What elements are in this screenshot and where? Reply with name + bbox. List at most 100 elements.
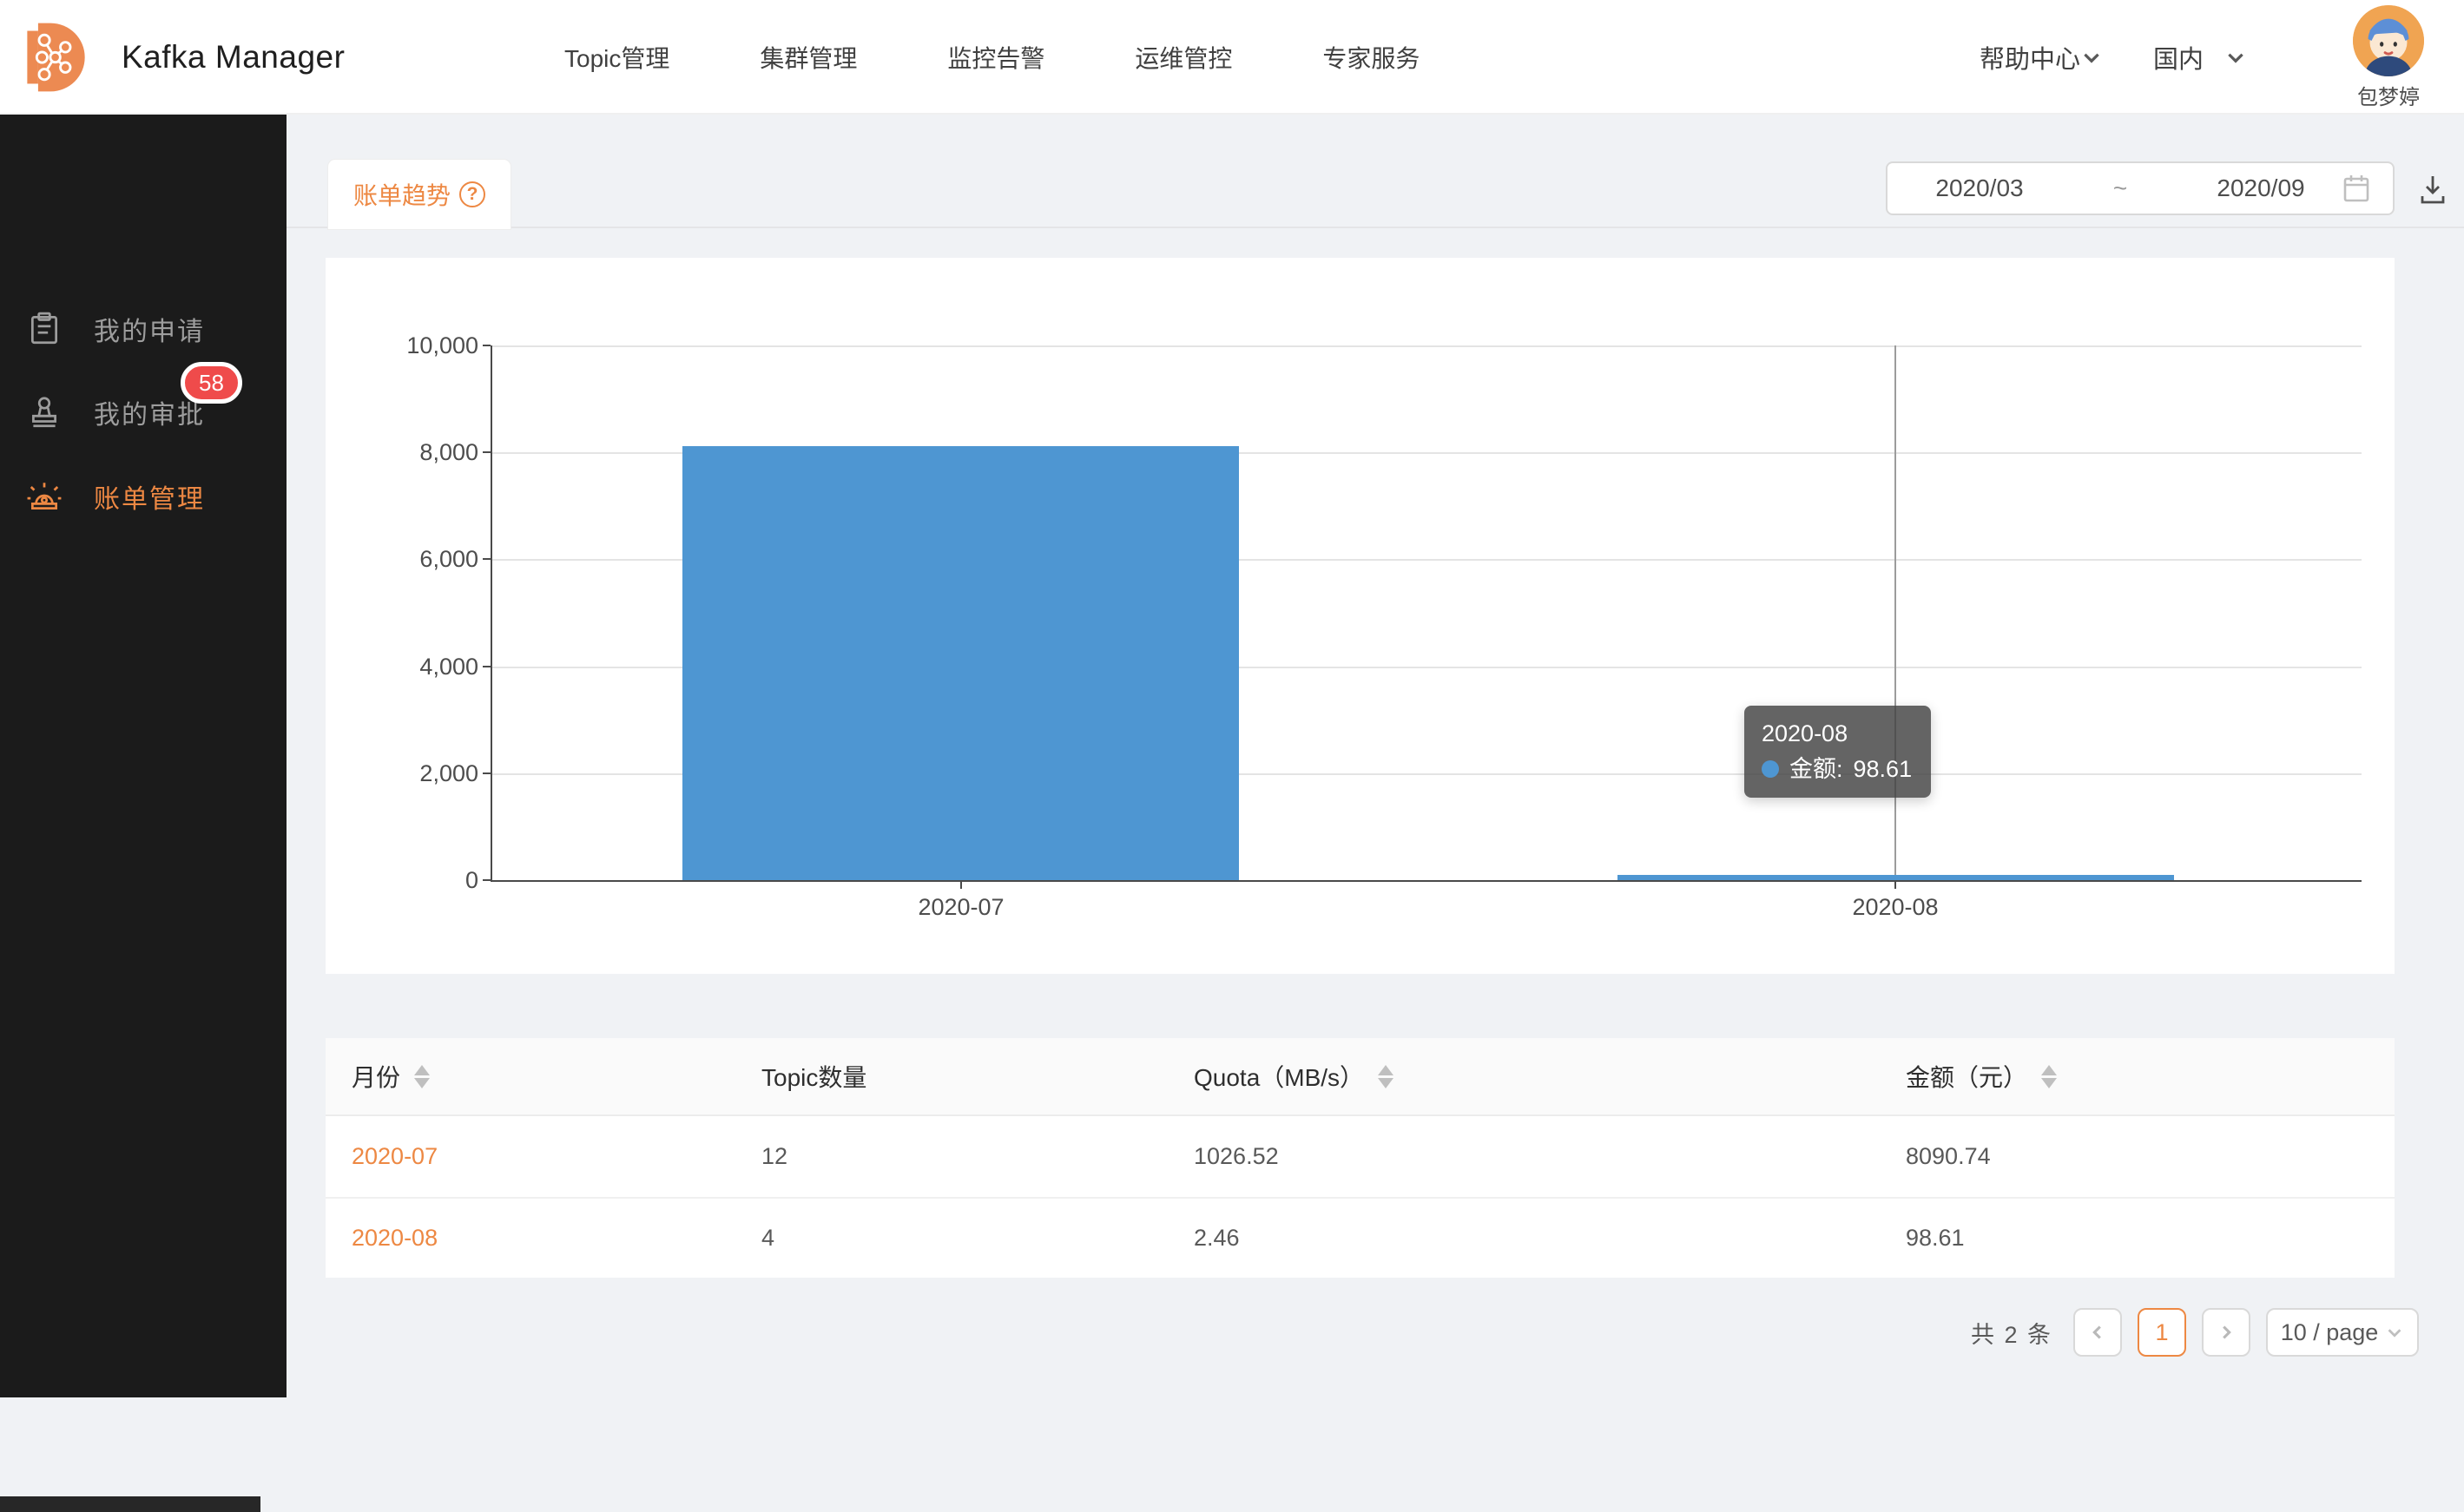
- page-size-value: 10 / page: [2281, 1319, 2379, 1346]
- region-label: 国内: [2153, 39, 2204, 76]
- tab-label: 账单趋势: [353, 177, 451, 212]
- y-axis-label: 8,000: [305, 438, 478, 466]
- sorter-quota[interactable]: [1378, 1065, 1393, 1088]
- chevron-left-icon: [2088, 1323, 2107, 1342]
- amount-value: 98.61: [1906, 1225, 1965, 1252]
- tooltip-series-value: 98.61: [1854, 754, 1913, 784]
- quota-value: 1026.52: [1194, 1143, 1279, 1170]
- siren-icon: [26, 478, 63, 515]
- sorter-amount[interactable]: [2041, 1065, 2057, 1088]
- top-navigation: Topic管理 集群管理 监控告警 运维管控 专家服务: [564, 0, 1420, 115]
- page-size-select[interactable]: 10 / page: [2266, 1308, 2419, 1357]
- date-range-separator: ~: [2049, 174, 2191, 202]
- sidebar-item-label: 账单管理: [94, 477, 205, 516]
- sidebar: 我的申请 我的审批 58 账单管理: [0, 115, 287, 1397]
- app-logo-icon: [23, 20, 97, 95]
- y-axis-tick: [483, 345, 491, 346]
- y-axis-tick: [483, 558, 491, 560]
- column-header-quota: Quota（MB/s）: [1194, 1059, 1364, 1094]
- date-range-picker[interactable]: 2020/03 ~ 2020/09: [1886, 161, 2395, 215]
- page-1-button[interactable]: 1: [2138, 1308, 2186, 1357]
- column-header-month: 月份: [352, 1059, 400, 1094]
- help-center-label: 帮助中心: [1980, 39, 2080, 76]
- y-axis-label: 4,000: [305, 653, 478, 680]
- pagination: 共 2 条 1 10 / page: [1971, 1307, 2419, 1358]
- sidebar-item-my-approvals[interactable]: 我的审批 58: [0, 385, 287, 440]
- sidebar-item-my-applications[interactable]: 我的申请: [0, 301, 287, 357]
- question-circle-icon[interactable]: ?: [459, 181, 485, 207]
- gridline: [492, 345, 2362, 347]
- approvals-count-badge: 58: [181, 362, 242, 404]
- download-button[interactable]: [2414, 170, 2452, 208]
- top-header: Kafka Manager Topic管理 集群管理 监控告警 运维管控 专家服…: [0, 0, 2464, 115]
- header-right-group: 帮助中心 国内: [1980, 0, 2440, 115]
- month-link[interactable]: 2020-08: [352, 1225, 438, 1252]
- x-axis-tick: [960, 880, 962, 889]
- x-axis-label: 2020-07: [857, 894, 1065, 921]
- topic-count-value: 4: [761, 1225, 774, 1252]
- bill-table: 月份 Topic数量 Quota（MB/s） 金额（元）: [326, 1038, 2395, 1278]
- table-row: 2020-07 12 1026.52 8090.74: [326, 1116, 2395, 1197]
- avatar[interactable]: [2353, 5, 2424, 76]
- help-center-dropdown[interactable]: 帮助中心: [1980, 39, 2103, 76]
- sidebar-item-bill-manage[interactable]: 账单管理: [0, 469, 287, 524]
- user-menu[interactable]: 包梦婷: [2337, 5, 2440, 110]
- y-axis-label: 2,000: [305, 759, 478, 787]
- date-end-value[interactable]: 2020/09: [2191, 174, 2330, 202]
- month-link[interactable]: 2020-07: [352, 1143, 438, 1170]
- y-axis-label: 10,000: [305, 332, 478, 359]
- column-header-amount: 金额（元）: [1906, 1059, 2027, 1094]
- nav-topic-manage[interactable]: Topic管理: [564, 40, 669, 75]
- y-axis-tick: [483, 772, 491, 774]
- table-header-row: 月份 Topic数量 Quota（MB/s） 金额（元）: [326, 1038, 2395, 1116]
- table-row: 2020-08 4 2.46 98.61: [326, 1197, 2395, 1278]
- bar-2020-07[interactable]: [682, 446, 1239, 880]
- page-title: Kafka Manager: [122, 0, 345, 115]
- x-axis-tick: [1894, 880, 1896, 889]
- tab-bill-trend[interactable]: 账单趋势 ?: [328, 160, 511, 229]
- bill-trend-chart-card: 10,000 8,000 6,000 4,000 2,000 0 2020-07…: [326, 258, 2395, 974]
- nav-ops-control[interactable]: 运维管控: [1135, 40, 1232, 75]
- next-page-button[interactable]: [2202, 1308, 2250, 1357]
- stamp-icon: [26, 394, 63, 431]
- caret-up-icon: [1378, 1065, 1393, 1075]
- chevron-down-icon: [2385, 1323, 2404, 1342]
- caret-down-icon: [1378, 1078, 1393, 1088]
- tooltip-series-label: 金额:: [1789, 754, 1843, 784]
- chevron-right-icon: [2217, 1323, 2236, 1342]
- x-axis-label: 2020-08: [1791, 894, 2000, 921]
- username: 包梦婷: [2357, 80, 2420, 110]
- caret-down-icon: [414, 1078, 430, 1088]
- nav-cluster-manage[interactable]: 集群管理: [760, 40, 857, 75]
- bar-chart[interactable]: 10,000 8,000 6,000 4,000 2,000 0 2020-07…: [491, 345, 2362, 882]
- clipboard-icon: [26, 311, 63, 347]
- nav-monitor-alert[interactable]: 监控告警: [947, 40, 1044, 75]
- quota-value: 2.46: [1194, 1225, 1240, 1252]
- caret-up-icon: [414, 1065, 430, 1075]
- tooltip-crosshair-line: [1894, 345, 1896, 880]
- column-header-topic-count: Topic数量: [761, 1059, 866, 1094]
- sorter-month[interactable]: [414, 1065, 430, 1088]
- y-axis-label: 6,000: [305, 545, 478, 573]
- chart-tooltip: 2020-08 金额: 98.61: [1744, 706, 1931, 798]
- chevron-down-icon: [2224, 46, 2247, 69]
- y-axis-tick: [483, 879, 491, 881]
- tooltip-series-dot: [1762, 760, 1779, 778]
- amount-value: 8090.74: [1906, 1143, 1991, 1170]
- y-axis-tick: [483, 451, 491, 453]
- nav-expert-service[interactable]: 专家服务: [1322, 40, 1420, 75]
- tooltip-title: 2020-08: [1762, 718, 1912, 749]
- download-icon: [2417, 173, 2448, 206]
- sidebar-item-label: 我的申请: [94, 310, 205, 348]
- calendar-icon: [2342, 174, 2370, 203]
- sidebar-collapse-strip[interactable]: [0, 1496, 260, 1512]
- region-dropdown[interactable]: 国内: [2153, 39, 2247, 76]
- avatar-illustration: [2353, 5, 2424, 76]
- tabbar-divider: [287, 227, 2464, 228]
- y-axis-label: 0: [305, 866, 478, 894]
- kafka-manager-app: Kafka Manager Topic管理 集群管理 监控告警 运维管控 专家服…: [0, 0, 2464, 1397]
- date-start-value[interactable]: 2020/03: [1910, 174, 2049, 202]
- caret-up-icon: [2041, 1065, 2057, 1075]
- prev-page-button[interactable]: [2073, 1308, 2122, 1357]
- topic-count-value: 12: [761, 1143, 787, 1170]
